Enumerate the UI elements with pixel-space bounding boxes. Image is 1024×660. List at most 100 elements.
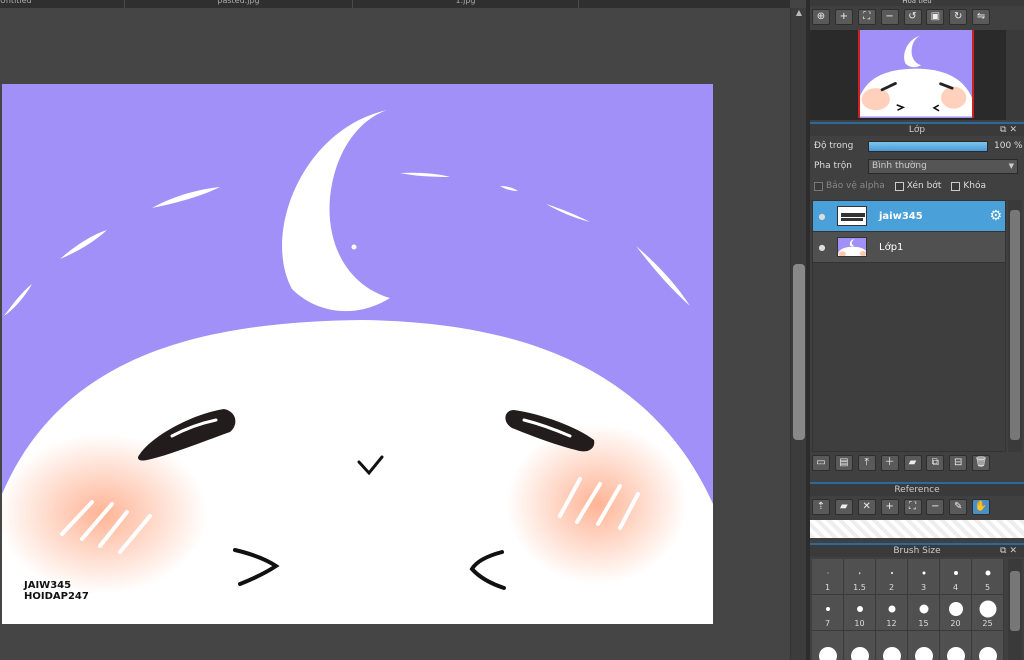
close-panel-icon[interactable]: ✕: [1009, 125, 1020, 135]
brush-dot-icon: [827, 572, 828, 574]
tab-untitled[interactable]: Untitled: [0, 0, 125, 8]
brush-size-cell[interactable]: [908, 631, 940, 660]
layer-panel-title: Lớp: [908, 125, 926, 135]
hand-icon[interactable]: ✋: [972, 499, 991, 515]
brush-size-cell[interactable]: 7: [812, 595, 844, 631]
brush-size-cell[interactable]: 4: [940, 559, 972, 595]
brush-size-cell[interactable]: 12: [876, 595, 908, 631]
brush-size-cell[interactable]: 1.5: [844, 559, 876, 595]
scroll-up-icon[interactable]: ▲: [794, 8, 804, 18]
brush-dot-icon: [856, 606, 863, 612]
tab-pasted[interactable]: pasted.jpg: [125, 0, 353, 8]
close-panel-icon[interactable]: ✕: [1009, 546, 1020, 556]
text-layer-thumb: [841, 213, 865, 221]
brush-size-cell[interactable]: [876, 631, 908, 660]
brush-size-label: 4: [952, 583, 959, 592]
blend-mode-select[interactable]: Bình thường ▼: [868, 158, 1018, 174]
visibility-eye-icon[interactable]: ●: [815, 243, 829, 252]
opacity-slider[interactable]: [868, 140, 988, 152]
visibility-eye-icon[interactable]: ●: [815, 212, 829, 221]
star: [351, 244, 357, 250]
tab-1[interactable]: 1.jpg: [353, 0, 579, 8]
fit-icon[interactable]: ⛶: [857, 9, 876, 25]
brush-size-cell[interactable]: 10: [844, 595, 876, 631]
brush-size-cell[interactable]: [812, 631, 844, 660]
brush-size-cell[interactable]: 15: [908, 595, 940, 631]
close-icon[interactable]: ✕: [857, 499, 876, 515]
import-icon[interactable]: ⤒: [857, 455, 876, 471]
merge-icon[interactable]: ⊟: [949, 455, 968, 471]
brush-size-label: 10: [854, 619, 865, 628]
signature: JAIW345 HOIDAP247: [24, 580, 89, 602]
upload-icon[interactable]: ⇡: [812, 499, 830, 515]
gear-icon[interactable]: ⚙: [989, 208, 1002, 224]
layer-item-lop1[interactable]: ● Lớp1: [813, 232, 1005, 263]
layer-thumbnail: [837, 237, 867, 257]
brush-size-panel-header: Brush Size ⧉✕: [810, 543, 1024, 557]
brush-dot-icon: [818, 646, 837, 660]
layer-list-scrollbar[interactable]: [1008, 200, 1022, 452]
zoom-in-icon[interactable]: +: [834, 9, 853, 25]
brush-size-cell[interactable]: [844, 631, 876, 660]
lock-checkbox[interactable]: Khóa: [951, 181, 986, 191]
brush-size-label: 2: [888, 583, 895, 592]
checkbox-box: [814, 181, 823, 191]
folder-icon[interactable]: ▰: [903, 455, 922, 471]
layer-scroll-thumb[interactable]: [1010, 210, 1020, 440]
canvas-vertical-scrollbar[interactable]: ▲: [790, 8, 806, 660]
brush-dot-icon: [953, 571, 958, 575]
trash-icon[interactable]: 🗑: [972, 455, 991, 471]
open-folder-icon[interactable]: ▰: [834, 499, 853, 515]
brush-size-grid: 1 1.5 2 3 4 5 7 10 12 15 20 25: [812, 559, 1004, 660]
new-layer-2-icon[interactable]: ▤: [834, 455, 853, 471]
brush-size-cell[interactable]: 3: [908, 559, 940, 595]
art-layer-thumb: [838, 238, 866, 256]
zoom-in-icon[interactable]: +: [880, 499, 899, 515]
drawing-canvas[interactable]: JAIW345 HOIDAP247: [2, 84, 713, 624]
brush-dot-icon: [922, 571, 925, 575]
eyedropper-icon[interactable]: ✎: [949, 499, 968, 515]
artwork: [2, 110, 713, 624]
brush-size-cell[interactable]: 5: [972, 559, 1004, 595]
brush-size-cell[interactable]: [972, 631, 1004, 660]
add-menu-icon[interactable]: ＋: [880, 455, 899, 471]
clipping-checkbox[interactable]: Xén bớt: [894, 181, 941, 191]
fullscreen-icon[interactable]: ▣: [926, 9, 945, 25]
reference-toolbar: ⇡ ▰ ✕ + ⛶ − ✎ ✋: [810, 496, 1024, 518]
rotate-left-icon[interactable]: ↺: [903, 9, 922, 25]
navigator-preview[interactable]: [810, 30, 1006, 120]
brush-size-label: 20: [950, 619, 961, 628]
blend-label: Pha trộn: [814, 161, 852, 171]
flip-icon[interactable]: ⇋: [972, 9, 991, 25]
rotate-right-icon[interactable]: ↻: [949, 9, 968, 25]
navigator-scrollbar[interactable]: [1006, 30, 1024, 120]
layer-item-jaiw345[interactable]: ● jaiw345 ⚙: [813, 201, 1005, 232]
brush-dot-icon: [946, 646, 965, 660]
zoom-out-icon[interactable]: −: [926, 499, 945, 515]
brush-dot-icon: [882, 646, 901, 660]
duplicate-icon[interactable]: ⧉: [926, 455, 945, 471]
brush-size-cell[interactable]: 2: [876, 559, 908, 595]
opacity-row: Độ trong 100 %: [810, 136, 1024, 156]
brush-size-cell[interactable]: 1: [812, 559, 844, 595]
fit-icon[interactable]: ⛶: [903, 499, 922, 515]
canvas-workspace[interactable]: JAIW345 HOIDAP247: [0, 8, 790, 660]
brush-size-label: 12: [886, 619, 897, 628]
reference-image-area[interactable]: [810, 520, 1024, 538]
brush-size-cell[interactable]: 20: [940, 595, 972, 631]
brush-size-cell[interactable]: 25: [972, 595, 1004, 631]
panel-header-icons[interactable]: ⧉✕: [1000, 124, 1020, 136]
protect-alpha-checkbox[interactable]: Bảo vệ alpha: [814, 181, 885, 191]
zoom-out-icon[interactable]: −: [880, 9, 899, 25]
brush-size-cell[interactable]: [940, 631, 972, 660]
panel-header-icons[interactable]: ⧉✕: [1000, 545, 1020, 557]
navigator-thumbnail: [858, 30, 974, 118]
zoom-fit-icon[interactable]: ⊕: [812, 9, 830, 25]
brush-size-scrollbar[interactable]: [1008, 559, 1022, 660]
blend-row: Pha trộn Bình thường ▼: [810, 156, 1024, 176]
new-layer-icon[interactable]: ▭: [812, 455, 830, 471]
brush-scroll-thumb[interactable]: [1010, 571, 1020, 631]
brush-dot-icon: [919, 604, 928, 614]
scroll-thumb[interactable]: [793, 264, 805, 440]
moon: [282, 110, 390, 312]
